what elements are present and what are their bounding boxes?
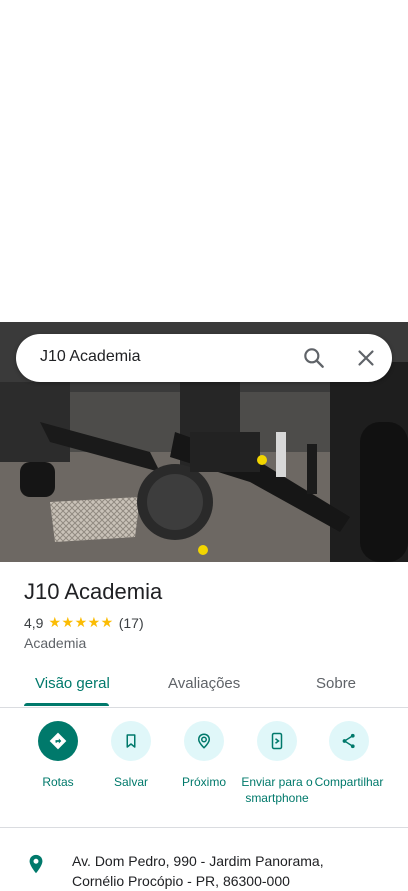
location-pin-icon: [25, 853, 47, 875]
tab-overview[interactable]: Visão geral: [35, 675, 110, 692]
place-title: J10 Academia: [24, 579, 163, 604]
send-to-phone-button[interactable]: Enviar para o smartphone: [237, 720, 317, 806]
directions-button[interactable]: Rotas: [18, 720, 98, 790]
search-icon[interactable]: [301, 345, 327, 371]
reviews-count: (17): [118, 614, 144, 631]
share-label: Compartilhar: [314, 775, 384, 789]
search-input[interactable]: J10 Academia: [40, 348, 141, 366]
divider: [0, 827, 408, 828]
save-button[interactable]: Salvar: [91, 720, 171, 790]
place-category[interactable]: Academia: [24, 635, 86, 651]
address-line-2: Cornélio Procópio - PR, 86300-000: [72, 873, 290, 889]
tab-reviews[interactable]: Avaliações: [168, 675, 240, 692]
active-tab-indicator: [24, 703, 109, 706]
action-buttons: Rotas Salvar Próximo Enviar para o smart…: [0, 720, 408, 820]
close-icon[interactable]: [353, 345, 379, 371]
send-to-phone-label: Enviar para o smartphone: [241, 775, 313, 805]
rating-row[interactable]: 4,9 ★★★★★ (17): [24, 614, 144, 631]
nearby-button[interactable]: Próximo: [164, 720, 244, 790]
directions-label: Rotas: [42, 775, 74, 789]
bookmark-icon: [111, 721, 151, 761]
rating-value: 4,9: [24, 614, 44, 631]
address[interactable]: Av. Dom Pedro, 990 - Jardim Panorama, Co…: [72, 851, 372, 891]
star-rating-icon: ★★★★★: [48, 614, 114, 630]
share-button[interactable]: Compartilhar: [309, 720, 389, 790]
search-bar[interactable]: J10 Academia: [16, 334, 392, 382]
share-icon: [329, 721, 369, 761]
address-line-1: Av. Dom Pedro, 990 - Jardim Panorama,: [72, 853, 324, 869]
tab-about[interactable]: Sobre: [316, 675, 356, 692]
nearby-label: Próximo: [181, 775, 226, 789]
save-label: Salvar: [113, 775, 148, 789]
directions-icon: [38, 721, 78, 761]
nearby-icon: [184, 721, 224, 761]
tab-bar: Visão geral Avaliações Sobre: [0, 660, 408, 708]
send-to-phone-icon: [257, 721, 297, 761]
